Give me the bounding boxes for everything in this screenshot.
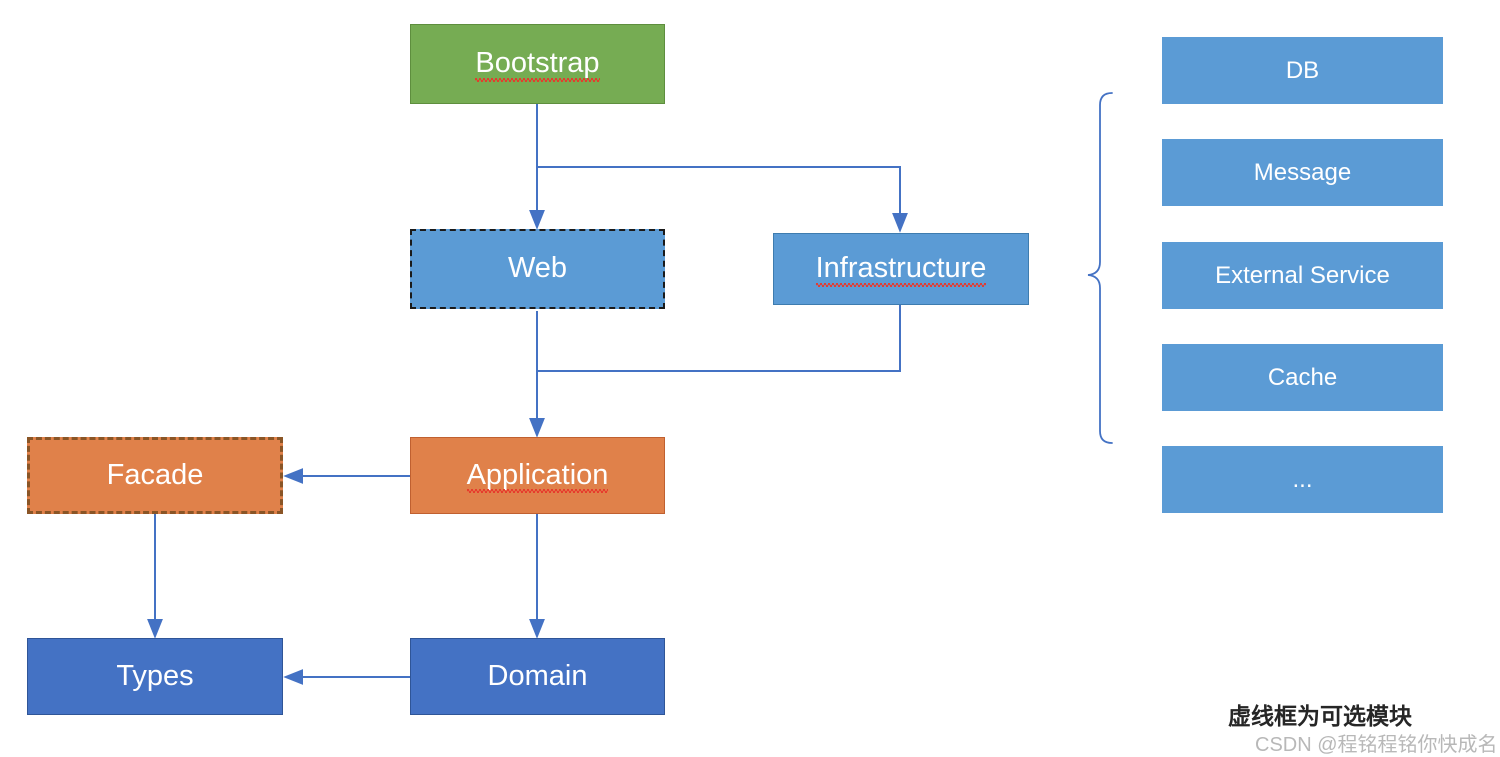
edge-infrastructure-to-application bbox=[537, 305, 901, 372]
node-facade-label: Facade bbox=[106, 458, 204, 491]
node-message-label: Message bbox=[1253, 158, 1352, 186]
node-bootstrap-label: Bootstrap bbox=[475, 47, 600, 82]
node-ellipsis-label: ... bbox=[1292, 465, 1313, 493]
node-web[interactable]: Web bbox=[410, 229, 665, 309]
node-web-label: Web bbox=[507, 252, 568, 285]
node-cache-label: Cache bbox=[1267, 363, 1338, 391]
diagram-canvas: Bootstrap Web Infrastructure Facade Appl… bbox=[0, 0, 1500, 757]
node-domain[interactable]: Domain bbox=[410, 638, 665, 715]
node-external-service-label: External Service bbox=[1215, 261, 1390, 289]
node-types[interactable]: Types bbox=[27, 638, 283, 715]
node-cache[interactable]: Cache bbox=[1162, 344, 1443, 411]
group-brace bbox=[1087, 92, 1113, 444]
watermark: CSDN @程铭程铭你快成名 bbox=[1255, 734, 1498, 756]
node-facade[interactable]: Facade bbox=[27, 437, 283, 514]
node-infrastructure[interactable]: Infrastructure bbox=[773, 233, 1029, 305]
edge-bootstrap-to-infrastructure bbox=[537, 166, 908, 233]
node-bootstrap[interactable]: Bootstrap bbox=[410, 24, 665, 104]
legend-caption: 虚线框为可选模块 bbox=[1228, 703, 1412, 729]
node-infrastructure-label: Infrastructure bbox=[815, 252, 987, 287]
node-external-service[interactable]: External Service bbox=[1162, 242, 1443, 309]
node-types-label: Types bbox=[116, 659, 194, 692]
node-domain-label: Domain bbox=[487, 659, 588, 692]
node-application[interactable]: Application bbox=[410, 437, 665, 514]
node-application-label: Application bbox=[466, 458, 609, 494]
node-message[interactable]: Message bbox=[1162, 139, 1443, 206]
node-db[interactable]: DB bbox=[1162, 37, 1443, 104]
node-db-label: DB bbox=[1285, 56, 1320, 84]
node-ellipsis[interactable]: ... bbox=[1162, 446, 1443, 513]
